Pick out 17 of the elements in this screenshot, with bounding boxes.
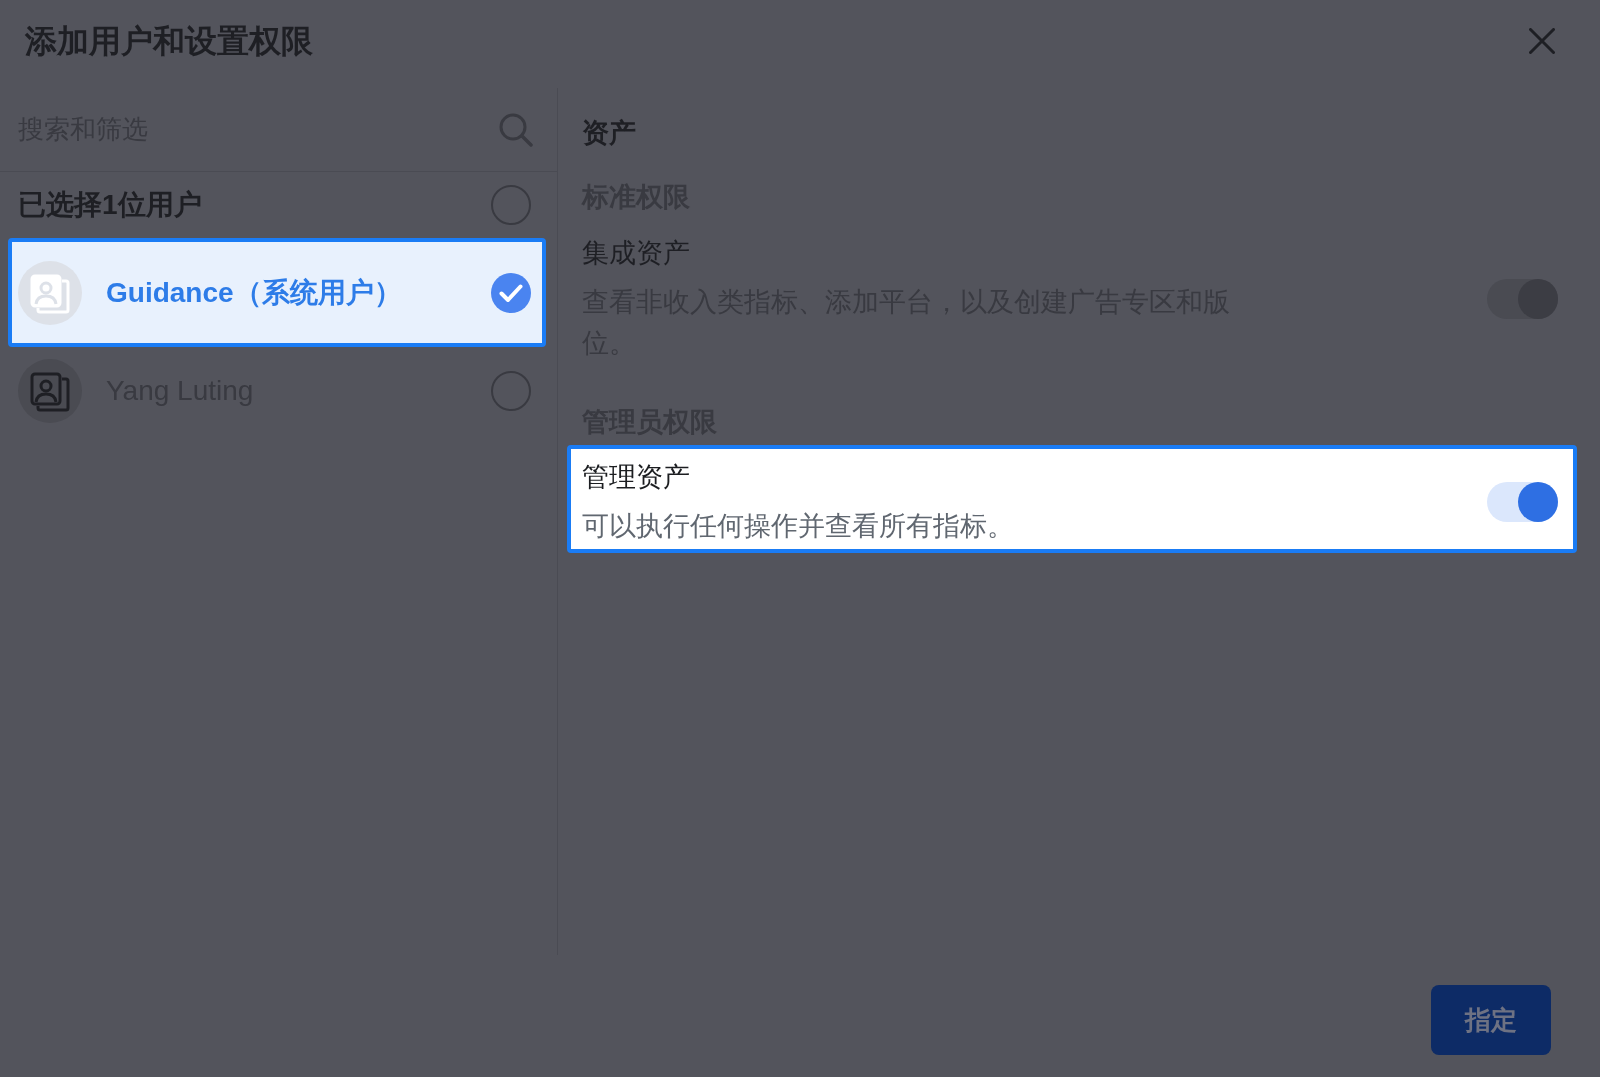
section-title: 资产 — [582, 117, 637, 150]
permission-name: 集成资产 — [582, 237, 690, 270]
permission-name: 管理资产 — [582, 461, 690, 494]
user-list-item[interactable]: Guidance（系统用户） — [8, 238, 546, 347]
round-checkbox[interactable] — [491, 272, 531, 313]
search-icon[interactable] — [499, 112, 533, 147]
close-icon — [1529, 28, 1555, 54]
round-checkbox[interactable] — [491, 371, 531, 411]
permission-description: 可以执行任何操作并查看所有指标。 — [582, 510, 1015, 543]
round-checkbox[interactable] — [491, 185, 531, 225]
avatar-icon — [18, 260, 82, 325]
selected-count: 已选择1位用户 — [18, 188, 202, 222]
avatar-icon — [18, 359, 82, 423]
close-button[interactable] — [1529, 28, 1555, 54]
assign-button[interactable]: 指定 — [1431, 985, 1551, 1055]
dialog-title: 添加用户和设置权限 — [25, 22, 313, 61]
toggle-switch[interactable] — [1487, 482, 1558, 522]
